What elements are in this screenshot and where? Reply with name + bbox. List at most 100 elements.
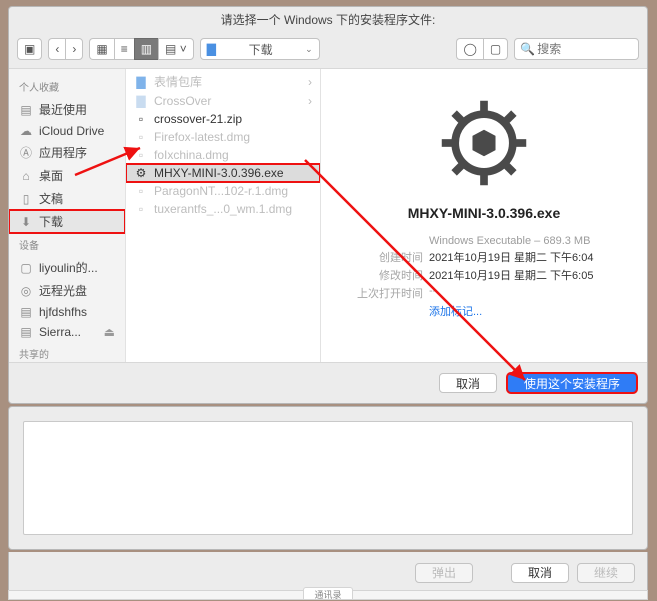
right-segment: ◯ ▢ — [456, 38, 508, 60]
file-open-dialog: 请选择一个 Windows 下的安装程序文件: ▣ ‹ › ▦ ≡ ▥ ▤ ˅ … — [8, 6, 648, 404]
gear-icon — [436, 95, 532, 191]
sidebar-item-drive1[interactable]: ▤hjfdshfhs — [9, 302, 125, 322]
desktop-icon: ⌂ — [19, 169, 33, 183]
continue-button[interactable]: 继续 — [577, 563, 635, 583]
file-name: 表情包库 — [154, 73, 202, 90]
file-row[interactable]: ▫ foIxchina.dmg — [126, 146, 320, 164]
eject-button[interactable]: 弹出 — [415, 563, 473, 583]
gallery-icon: ▤ ˅ — [165, 42, 187, 56]
sidebar-item-label: 最近使用 — [39, 101, 87, 118]
grid-icon: ▦ — [96, 42, 107, 56]
file-name: foIxchina.dmg — [154, 148, 229, 162]
sidebar-item-drive2[interactable]: ▤ Sierra... ⏏ — [9, 322, 125, 342]
sidebar-item-remote-disc[interactable]: ◎远程光盘 — [9, 279, 125, 302]
newfolder-button[interactable]: ▢ — [483, 38, 508, 60]
file-row[interactable]: ▫ParagonNT...102-r.1.dmg — [126, 182, 320, 200]
dmg-icon: ▫ — [134, 148, 148, 162]
forward-button[interactable]: › — [65, 38, 83, 60]
column-icon: ▥ — [141, 42, 152, 56]
nav-segment: ‹ › — [48, 38, 83, 60]
sidebar-item-icloud[interactable]: ☁ iCloud Drive — [9, 121, 125, 141]
newfolder-icon: ▢ — [490, 42, 501, 56]
sidebar-item-computer[interactable]: ▢liyoulin的... — [9, 256, 125, 279]
file-name: crossover-21.zip — [154, 112, 242, 126]
toolbar: ▣ ‹ › ▦ ≡ ▥ ▤ ˅ ▇ 下载 ⌄ ◯ ▢ 🔍 — [9, 34, 647, 69]
tab-strip: 通讯录 — [8, 590, 648, 600]
sidebar-item-label: 桌面 — [39, 167, 63, 184]
exe-icon: ⚙ — [134, 166, 148, 180]
zip-icon: ▫ — [134, 112, 148, 126]
view-gallery-button[interactable]: ▤ ˅ — [158, 38, 194, 60]
file-name: CrossOver — [154, 94, 211, 108]
sidebar-icon: ▣ — [24, 42, 35, 56]
sidebar-item-label: 远程光盘 — [39, 282, 87, 299]
section-favorites: 个人收藏 — [9, 75, 125, 98]
chevron-right-icon: › — [308, 75, 312, 89]
file-name: tuxerantfs_...0_wm.1.dmg — [154, 202, 292, 216]
sidebar-item-documents[interactable]: ▯ 文稿 — [9, 187, 125, 210]
sidebar-item-label: Sierra... — [39, 325, 81, 339]
dialog-footer: 取消 使用这个安装程序 — [9, 362, 647, 403]
download-icon: ⬇ — [19, 215, 33, 229]
sidebar-item-desktop[interactable]: ⌂ 桌面 — [9, 164, 125, 187]
section-devices: 设备 — [9, 233, 125, 256]
sidebar: 个人收藏 ▤ 最近使用 ☁ iCloud Drive Ⓐ应用程序 ⌂ 桌面 ▯ 文稿 ⬇… — [9, 69, 126, 362]
sidebar-toggle-button[interactable]: ▣ — [17, 38, 42, 60]
section-shared: 共享的 — [9, 342, 125, 362]
folder-icon: ▇ — [134, 75, 148, 89]
cloud-icon: ☁ — [19, 124, 33, 138]
eject-icon[interactable]: ⏏ — [104, 325, 115, 339]
file-row[interactable]: ▫ crossover-21.zip — [126, 110, 320, 128]
chevron-left-icon: ‹ — [55, 42, 59, 56]
search-field[interactable]: 🔍 — [514, 38, 639, 60]
view-column-button[interactable]: ▥ — [134, 38, 158, 60]
file-name: Firefox-latest.dmg — [154, 130, 250, 144]
dmg-icon: ▫ — [134, 202, 148, 216]
chevron-right-icon: › — [72, 42, 76, 56]
drive-icon: ▤ — [19, 325, 33, 339]
sidebar-item-label: hjfdshfhs — [39, 305, 87, 319]
file-name: ParagonNT...102-r.1.dmg — [154, 184, 288, 198]
sidebar-item-label: liyoulin的... — [39, 259, 98, 276]
chevron-right-icon: › — [308, 94, 312, 108]
sidebar-item-label: iCloud Drive — [39, 124, 104, 138]
file-name: MHXY-MINI-3.0.396.exe — [154, 166, 284, 180]
cancel2-button[interactable]: 取消 — [511, 563, 569, 583]
sidebar-item-label: 下载 — [39, 213, 63, 230]
sidebar-item-downloads[interactable]: ⬇ 下载 — [9, 210, 125, 233]
dropdown-icon: ⌄ — [305, 44, 313, 55]
file-column: ▇表情包库› ▇CrossOver› ▫crossover-21.zip ▫Fi… — [126, 69, 321, 362]
tag-icon: ◯ — [463, 42, 476, 56]
doc-icon: ▯ — [19, 192, 33, 206]
add-tags-link[interactable]: 添加标记... — [429, 303, 482, 319]
dialog-title: 请选择一个 Windows 下的安装程序文件: — [9, 7, 647, 34]
search-icon: 🔍 — [520, 42, 535, 56]
app-icon: Ⓐ — [19, 144, 33, 161]
file-row[interactable]: ▇ CrossOver › — [126, 92, 320, 110]
path-selector[interactable]: ▇ 下载 ⌄ — [200, 38, 320, 60]
kv-modified: 修改时间2021年10月19日 星期二 下午6:05 — [333, 267, 635, 283]
body: 个人收藏 ▤ 最近使用 ☁ iCloud Drive Ⓐ应用程序 ⌂ 桌面 ▯ 文稿 ⬇… — [9, 69, 647, 362]
preview-details: Windows Executable – 689.3 MB 创建时间2021年1… — [333, 235, 635, 319]
file-row[interactable]: ▫Firefox-latest.dmg — [126, 128, 320, 146]
cancel-button[interactable]: 取消 — [439, 373, 497, 393]
tab-contacts[interactable]: 通讯录 — [303, 587, 352, 599]
view-segment: ▦ ≡ ▥ ▤ ˅ — [89, 38, 193, 60]
sidebar-item-apps[interactable]: Ⓐ应用程序 — [9, 141, 125, 164]
folder-icon: ▇ — [207, 42, 216, 56]
sidebar-item-label: 文稿 — [39, 190, 63, 207]
kv-kind: Windows Executable – 689.3 MB — [333, 235, 635, 247]
view-list-button[interactable]: ≡ — [114, 38, 134, 60]
folder-icon: ▇ — [134, 94, 148, 108]
file-row-selected[interactable]: ⚙ MHXY-MINI-3.0.396.exe — [126, 164, 320, 182]
clock-icon: ▤ — [19, 103, 33, 117]
sidebar-item-recent[interactable]: ▤ 最近使用 — [9, 98, 125, 121]
background-panel — [8, 406, 648, 550]
confirm-button[interactable]: 使用这个安装程序 — [507, 373, 637, 393]
view-icon-button[interactable]: ▦ — [89, 38, 113, 60]
preview-icon — [333, 95, 635, 191]
file-row[interactable]: ▇ 表情包库 › — [126, 71, 320, 92]
tag-button[interactable]: ◯ — [456, 38, 482, 60]
file-row[interactable]: ▫ tuxerantfs_...0_wm.1.dmg — [126, 200, 320, 218]
back-button[interactable]: ‹ — [48, 38, 65, 60]
